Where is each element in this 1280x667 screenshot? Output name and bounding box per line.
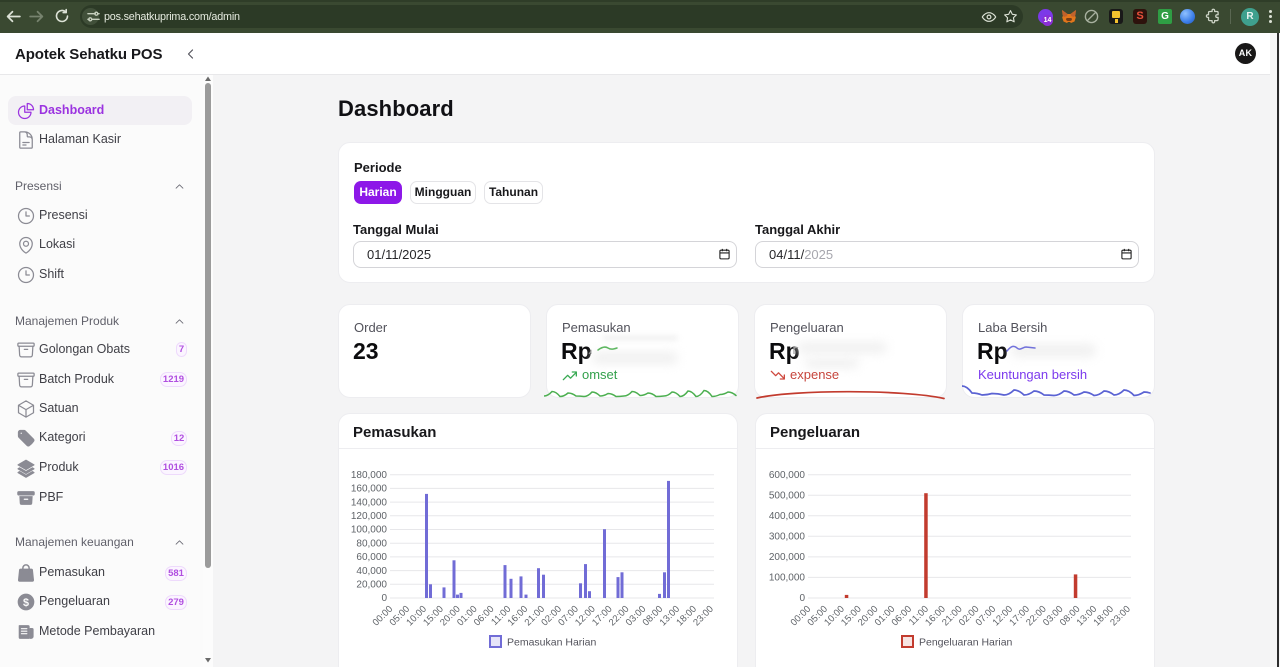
svg-text:500,000: 500,000 bbox=[769, 491, 806, 502]
svg-text:Pengeluaran Harian: Pengeluaran Harian bbox=[919, 637, 1013, 649]
svg-text:300,000: 300,000 bbox=[769, 532, 806, 543]
svg-text:23:00: 23:00 bbox=[691, 604, 716, 629]
svg-text:20,000: 20,000 bbox=[356, 580, 387, 591]
svg-text:0: 0 bbox=[799, 593, 805, 604]
svg-text:100,000: 100,000 bbox=[351, 525, 388, 536]
svg-text:160,000: 160,000 bbox=[351, 484, 388, 495]
svg-text:80,000: 80,000 bbox=[356, 538, 387, 549]
svg-text:200,000: 200,000 bbox=[769, 552, 806, 563]
svg-text:0: 0 bbox=[381, 593, 387, 604]
svg-text:100,000: 100,000 bbox=[769, 573, 806, 584]
svg-text:140,000: 140,000 bbox=[351, 497, 388, 508]
svg-text:180,000: 180,000 bbox=[351, 470, 388, 481]
svg-text:$: $ bbox=[23, 597, 29, 609]
svg-text:120,000: 120,000 bbox=[351, 511, 388, 522]
svg-text:Pemasukan Harian: Pemasukan Harian bbox=[507, 637, 596, 649]
svg-text:60,000: 60,000 bbox=[356, 552, 387, 563]
svg-text:40,000: 40,000 bbox=[356, 566, 387, 577]
svg-text:400,000: 400,000 bbox=[769, 511, 806, 522]
svg-text:600,000: 600,000 bbox=[769, 470, 806, 481]
